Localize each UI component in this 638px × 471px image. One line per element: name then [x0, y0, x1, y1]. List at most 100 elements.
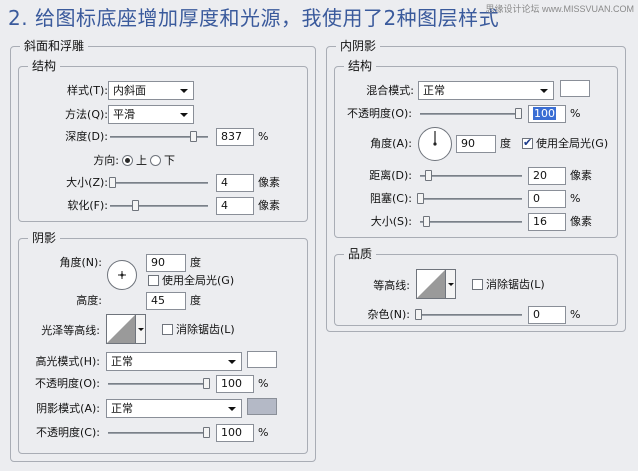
quality-antialias-checkbox[interactable] — [472, 279, 483, 290]
size-slider-track[interactable] — [110, 182, 208, 184]
distance-label: 距离(D): — [369, 169, 412, 182]
soften-slider-thumb[interactable] — [131, 200, 139, 211]
contour-icon — [107, 315, 135, 343]
highlight-opacity-input[interactable]: 100 — [216, 375, 254, 393]
gloss-contour-dropdown[interactable] — [136, 314, 146, 344]
soften-input[interactable]: 4 — [216, 197, 254, 215]
gloss-contour-label: 光泽等高线: — [41, 324, 100, 337]
technique-value: 平滑 — [113, 108, 135, 121]
style-select[interactable]: 内斜面 — [108, 81, 194, 100]
contour-label: 等高线: — [373, 279, 410, 292]
inner-shadow-title: 内阴影 — [336, 39, 381, 53]
shadow-opacity-label: 不透明度(C): — [36, 426, 100, 439]
contour-icon — [417, 270, 445, 298]
altitude-unit: 度 — [190, 294, 201, 307]
inner-global-light-label: 使用全局光(G) — [536, 137, 609, 150]
distance-thumb[interactable] — [424, 170, 432, 181]
highlight-mode-select[interactable]: 正常 — [106, 352, 242, 371]
style-value: 内斜面 — [113, 84, 146, 97]
inner-opacity-thumb[interactable] — [515, 108, 522, 119]
inner-angle-unit: 度 — [500, 137, 511, 150]
inner-size-track[interactable] — [420, 221, 522, 223]
choke-input[interactable]: 0 — [528, 190, 566, 208]
page-title: 2. 给图标底座增加厚度和光源，我使用了2种图层样式 — [8, 6, 500, 30]
direction-label: 方向: — [93, 154, 119, 167]
direction-down-label: 下 — [164, 154, 175, 167]
direction-up-radio[interactable] — [122, 155, 133, 166]
inner-size-unit: 像素 — [570, 215, 592, 228]
highlight-opacity-unit: % — [258, 377, 269, 390]
highlight-color-swatch[interactable] — [247, 351, 277, 368]
size-label: 大小(Z): — [66, 176, 108, 189]
highlight-opacity-label: 不透明度(O): — [35, 377, 100, 390]
technique-select[interactable]: 平滑 — [108, 105, 194, 124]
chevron-down-icon — [228, 407, 236, 411]
angle-dial[interactable] — [107, 260, 137, 290]
inner-opacity-unit: % — [570, 107, 581, 120]
inner-structure-title: 结构 — [344, 59, 377, 73]
blend-mode-value: 正常 — [423, 84, 445, 97]
shading-angle-input[interactable]: 90 — [146, 254, 186, 272]
blend-mode-select[interactable]: 正常 — [418, 81, 554, 100]
watermark: 思缘设计论坛 www.MISSVUAN.COM — [485, 4, 634, 14]
distance-track[interactable] — [420, 175, 522, 177]
depth-slider-thumb[interactable] — [190, 131, 198, 142]
gloss-antialias-checkbox[interactable] — [162, 324, 173, 335]
soften-slider-track[interactable] — [110, 205, 208, 207]
choke-track[interactable] — [420, 198, 522, 200]
inner-size-thumb[interactable] — [422, 216, 430, 227]
technique-label: 方法(Q): — [65, 108, 108, 121]
highlight-opacity-track[interactable] — [108, 383, 210, 385]
highlight-mode-value: 正常 — [111, 355, 133, 368]
gloss-contour-swatch[interactable] — [106, 314, 136, 344]
highlight-opacity-thumb[interactable] — [203, 378, 210, 389]
style-label: 样式(T): — [66, 84, 108, 97]
inner-opacity-label: 不透明度(O): — [347, 107, 412, 120]
noise-thumb[interactable] — [415, 309, 422, 320]
quality-contour-swatch[interactable] — [416, 269, 446, 299]
gloss-antialias-label: 消除锯齿(L) — [176, 323, 235, 336]
distance-unit: 像素 — [570, 169, 592, 182]
noise-input[interactable]: 0 — [528, 306, 566, 324]
inner-size-label: 大小(S): — [370, 215, 412, 228]
choke-thumb[interactable] — [417, 193, 424, 204]
inner-angle-input[interactable]: 90 — [456, 135, 496, 153]
soften-unit: 像素 — [258, 199, 280, 212]
depth-input[interactable]: 837 — [216, 128, 254, 146]
inner-opacity-track[interactable] — [420, 113, 522, 115]
shading-global-light-checkbox[interactable] — [148, 275, 159, 286]
shadow-opacity-input[interactable]: 100 — [216, 424, 254, 442]
inner-opacity-input[interactable]: 100 — [528, 105, 566, 123]
shadow-opacity-track[interactable] — [108, 432, 210, 434]
shadow-mode-value: 正常 — [111, 402, 133, 415]
size-input[interactable]: 4 — [216, 174, 254, 192]
distance-input[interactable]: 20 — [528, 167, 566, 185]
blend-color-swatch[interactable] — [560, 80, 590, 97]
altitude-label: 高度: — [76, 294, 102, 307]
direction-up-label: 上 — [136, 154, 147, 167]
bevel-shading-title: 阴影 — [28, 231, 61, 245]
size-slider-thumb[interactable] — [108, 177, 116, 188]
inner-size-input[interactable]: 16 — [528, 213, 566, 231]
noise-track[interactable] — [418, 314, 522, 316]
inner-angle-dial[interactable] — [418, 127, 452, 161]
noise-label: 杂色(N): — [367, 308, 410, 321]
inner-angle-label: 角度(A): — [370, 137, 412, 150]
shadow-color-swatch[interactable] — [247, 398, 277, 415]
inner-global-light-checkbox[interactable] — [522, 136, 533, 149]
depth-unit: % — [258, 130, 269, 143]
shadow-opacity-thumb[interactable] — [203, 427, 210, 438]
direction-down-radio[interactable] — [150, 155, 161, 166]
chevron-down-icon — [540, 89, 548, 93]
crosshair-icon — [118, 271, 126, 279]
chevron-down-icon — [180, 89, 188, 93]
altitude-input[interactable]: 45 — [146, 292, 186, 310]
shadow-mode-select[interactable]: 正常 — [106, 399, 242, 418]
shading-global-light-label: 使用全局光(G) — [162, 274, 235, 287]
chevron-down-icon — [228, 360, 236, 364]
quality-contour-dropdown[interactable] — [446, 269, 456, 299]
quality-antialias-label: 消除锯齿(L) — [486, 278, 545, 291]
shadow-opacity-unit: % — [258, 426, 269, 439]
bevel-title: 斜面和浮雕 — [20, 39, 89, 53]
bevel-structure-title: 结构 — [28, 59, 61, 73]
